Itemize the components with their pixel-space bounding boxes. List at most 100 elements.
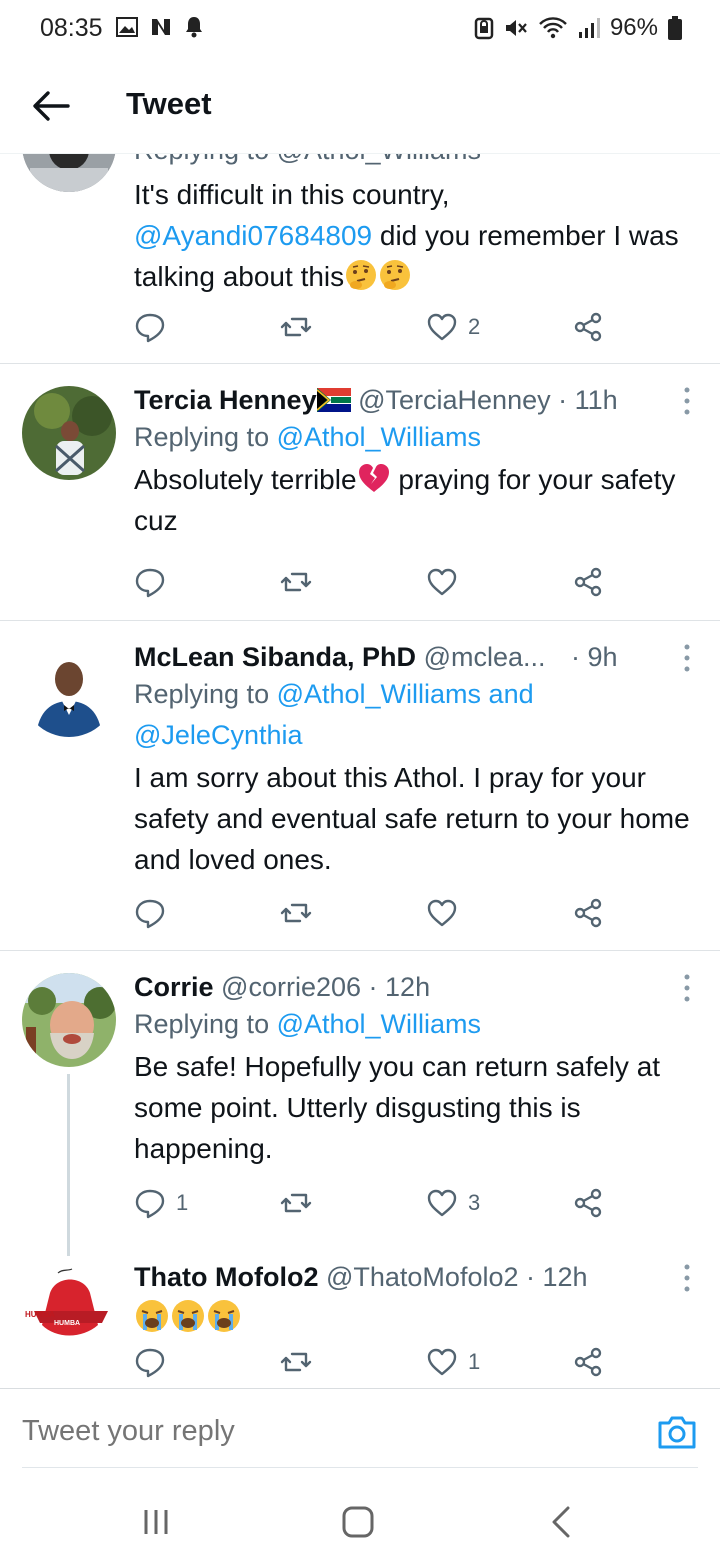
share-icon bbox=[574, 312, 602, 342]
like-button[interactable]: 3 bbox=[426, 1187, 480, 1219]
retweet-icon bbox=[280, 317, 312, 337]
reply-button[interactable] bbox=[134, 1346, 176, 1378]
retweet-button[interactable] bbox=[280, 1187, 322, 1219]
mention-link[interactable]: @Athol_Williams bbox=[277, 1009, 481, 1039]
tweet-text: I am sorry about this Athol. I pray for … bbox=[134, 762, 690, 875]
replies-feed[interactable]: Replying to @Athol_Williams It's difficu… bbox=[0, 154, 720, 1388]
share-button[interactable] bbox=[572, 1187, 604, 1219]
reply-input[interactable] bbox=[22, 1415, 582, 1448]
status-time: 08:35 bbox=[40, 14, 103, 42]
reply-tweet[interactable]: HUMBA HUMBA Thato Mofolo2 @ThatoMofolo2 ·… bbox=[0, 1251, 720, 1388]
heart-icon bbox=[427, 313, 457, 341]
tweet-text: Absolutely terrible praying for your saf… bbox=[134, 459, 690, 541]
user-handle[interactable]: @TerciaHenney bbox=[358, 385, 551, 415]
loudly-crying-face-icon bbox=[208, 1300, 240, 1332]
share-button[interactable] bbox=[572, 566, 604, 598]
avatar[interactable] bbox=[22, 973, 116, 1067]
avatar[interactable] bbox=[22, 643, 116, 737]
south-africa-flag-icon bbox=[316, 388, 351, 412]
home-icon[interactable] bbox=[338, 1502, 378, 1542]
reply-button[interactable] bbox=[134, 897, 176, 929]
retweet-icon bbox=[280, 1193, 312, 1213]
tweet-actions bbox=[134, 566, 604, 602]
reply-tweet[interactable]: Replying to @Athol_Williams It's difficu… bbox=[0, 154, 720, 364]
retweet-button[interactable] bbox=[280, 897, 322, 929]
wifi-icon bbox=[539, 17, 567, 39]
status-bar: 08:35 96% bbox=[0, 0, 720, 58]
camera-icon[interactable] bbox=[656, 1411, 698, 1453]
avatar[interactable] bbox=[22, 154, 116, 192]
recent-apps-icon[interactable] bbox=[136, 1502, 176, 1542]
tweet-header: Tweet bbox=[0, 58, 720, 154]
retweet-button[interactable] bbox=[280, 1346, 322, 1378]
display-name[interactable]: Corrie bbox=[134, 972, 214, 1002]
loudly-crying-face-icon bbox=[172, 1300, 204, 1332]
share-button[interactable] bbox=[572, 311, 604, 343]
retweet-button[interactable] bbox=[280, 566, 322, 598]
mention-link[interactable]: @Athol_Williams bbox=[277, 422, 481, 452]
replying-to-line: Replying to @Athol_Williams and @JeleCyn… bbox=[134, 679, 534, 750]
user-handle[interactable]: @ThatoMofolo2 bbox=[326, 1262, 519, 1292]
tweet-actions bbox=[134, 897, 604, 933]
battery-percentage: 96% bbox=[609, 14, 658, 41]
system-navigation-bar bbox=[0, 1480, 720, 1560]
reply-tweet[interactable]: McLean Sibanda, PhD @mclea... · 9h Reply… bbox=[0, 621, 720, 951]
reply-tweet[interactable]: Tercia Henney @TerciaHenney · 11h Replyi… bbox=[0, 364, 720, 621]
replying-to-line: Replying to @Athol_Williams bbox=[134, 154, 690, 166]
battery-icon bbox=[668, 16, 682, 40]
tweet-time: · 12h bbox=[368, 972, 431, 1002]
retweet-icon bbox=[280, 572, 312, 592]
page-title: Tweet bbox=[126, 86, 212, 121]
thinking-face-icon bbox=[346, 260, 377, 290]
share-button[interactable] bbox=[572, 1346, 604, 1378]
tweet-actions: 2 bbox=[134, 311, 604, 347]
tweet-text: It's difficult in this country, @Ayandi0… bbox=[134, 179, 679, 292]
user-handle[interactable]: @corrie206 bbox=[221, 972, 361, 1002]
like-count: 3 bbox=[468, 1190, 481, 1215]
reply-tweet[interactable]: Corrie @corrie206 · 12h Replying to @Ath… bbox=[0, 951, 720, 1251]
display-name[interactable]: Thato Mofolo2 bbox=[134, 1262, 318, 1292]
more-options-icon[interactable] bbox=[680, 386, 694, 416]
share-icon bbox=[574, 567, 602, 597]
share-icon bbox=[574, 898, 602, 928]
tweet-text bbox=[134, 1298, 690, 1339]
tweet-time: · 9h bbox=[571, 642, 618, 672]
reply-button[interactable]: 1 bbox=[134, 1187, 188, 1219]
reply-icon bbox=[135, 899, 165, 929]
user-handle[interactable]: @mclea... bbox=[424, 642, 546, 672]
back-icon[interactable] bbox=[542, 1502, 582, 1542]
share-button[interactable] bbox=[572, 897, 604, 929]
like-button[interactable]: 1 bbox=[426, 1346, 480, 1378]
svg-text:HUMBA: HUMBA bbox=[54, 1320, 80, 1327]
like-count: 2 bbox=[468, 314, 481, 339]
back-arrow-icon[interactable] bbox=[28, 84, 72, 128]
replying-to-line: Replying to @Athol_Williams bbox=[134, 422, 482, 452]
retweet-button[interactable] bbox=[280, 311, 322, 343]
more-options-icon[interactable] bbox=[680, 973, 694, 1003]
avatar[interactable]: HUMBA HUMBA bbox=[22, 1263, 116, 1357]
reply-count: 1 bbox=[176, 1190, 189, 1215]
share-icon bbox=[574, 1188, 602, 1218]
share-icon bbox=[574, 1347, 602, 1377]
tweet-text: Be safe! Hopefully you can return safely… bbox=[134, 1051, 661, 1164]
like-button[interactable] bbox=[426, 566, 468, 598]
more-options-icon[interactable] bbox=[680, 643, 694, 673]
mute-icon bbox=[505, 20, 527, 36]
mention-link[interactable]: @Ayandi07684809 bbox=[134, 220, 372, 251]
like-button[interactable] bbox=[426, 897, 468, 929]
like-button[interactable]: 2 bbox=[426, 311, 480, 343]
reply-button[interactable] bbox=[134, 566, 176, 598]
reply-icon bbox=[135, 313, 165, 343]
heart-icon bbox=[427, 1189, 457, 1217]
loudly-crying-face-icon bbox=[136, 1300, 168, 1332]
replying-to-line: Replying to @Athol_Williams bbox=[134, 1009, 482, 1039]
display-name[interactable]: McLean Sibanda, PhD bbox=[134, 642, 416, 672]
reply-icon bbox=[135, 568, 165, 598]
display-name[interactable]: Tercia Henney bbox=[134, 385, 317, 415]
lock-notification-icon bbox=[474, 17, 494, 40]
bell-notification-icon bbox=[186, 17, 202, 38]
retweet-icon bbox=[280, 1352, 312, 1372]
reply-button[interactable] bbox=[134, 311, 176, 343]
more-options-icon[interactable] bbox=[680, 1263, 694, 1293]
avatar[interactable] bbox=[22, 386, 116, 480]
